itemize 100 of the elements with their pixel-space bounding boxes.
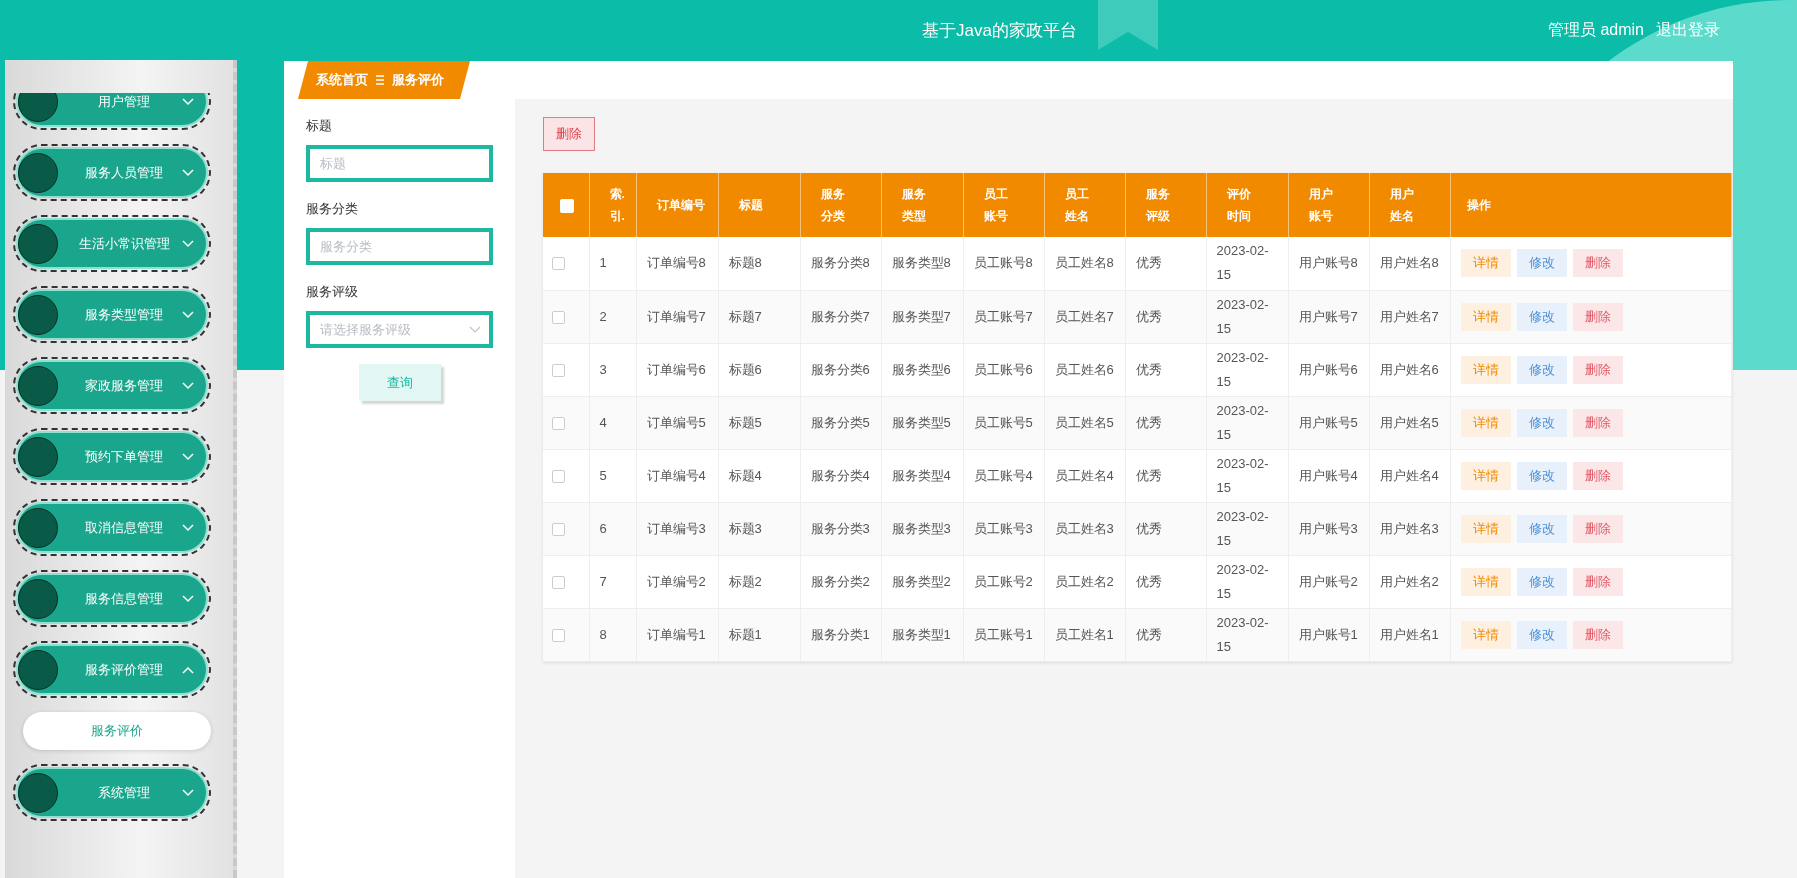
table-cell: 服务类型3 xyxy=(891,520,951,536)
breadcrumb-current: 服务评价 xyxy=(392,71,444,89)
sidebar-menu-item[interactable]: 服务评价管理 xyxy=(13,641,211,698)
row-checkbox[interactable] xyxy=(552,628,565,642)
detail-button[interactable]: 详情 xyxy=(1460,567,1511,596)
table-cell: 6 xyxy=(599,520,607,536)
detail-button[interactable]: 详情 xyxy=(1460,249,1511,278)
detail-button[interactable]: 详情 xyxy=(1460,620,1511,649)
table-cell: 优秀 xyxy=(1135,520,1162,536)
menu-label: 服务信息管理 xyxy=(84,589,164,608)
table-cell: 7 xyxy=(599,573,607,589)
table-cell: 优秀 xyxy=(1135,414,1162,430)
delete-button[interactable]: 删除 xyxy=(1572,355,1623,384)
detail-button[interactable]: 详情 xyxy=(1460,302,1511,331)
edit-button[interactable]: 修改 xyxy=(1516,302,1567,331)
table-cell: 服务分类7 xyxy=(810,308,870,324)
sidebar-menu-item[interactable]: 服务信息管理 xyxy=(13,570,211,627)
table-cell: 标题1 xyxy=(728,626,762,642)
table-cell: 服务类型6 xyxy=(891,361,951,377)
row-checkbox[interactable] xyxy=(552,363,565,377)
table-cell: 员工账号1 xyxy=(973,626,1033,642)
delete-button[interactable]: 删除 xyxy=(1572,249,1623,278)
column-header: 员工账号 xyxy=(983,187,1008,223)
table-cell: 员工姓名6 xyxy=(1054,361,1114,377)
delete-button[interactable]: 删除 xyxy=(1572,408,1623,437)
table-cell: 用户账号5 xyxy=(1298,414,1358,430)
table-cell: 用户姓名2 xyxy=(1379,573,1439,589)
edit-button[interactable]: 修改 xyxy=(1516,461,1567,490)
detail-button[interactable]: 详情 xyxy=(1460,514,1511,543)
table-cell: 优秀 xyxy=(1135,308,1162,324)
table-cell: 服务类型8 xyxy=(891,255,951,271)
select-all-checkbox[interactable] xyxy=(560,198,574,213)
table-cell: 员工姓名7 xyxy=(1054,308,1114,324)
edit-button[interactable]: 修改 xyxy=(1516,355,1567,384)
circle-icon xyxy=(18,578,58,619)
table-cell: 订单编号3 xyxy=(646,520,706,536)
edit-button[interactable]: 修改 xyxy=(1516,514,1567,543)
delete-button[interactable]: 删除 xyxy=(1572,514,1623,543)
table-cell: 用户姓名7 xyxy=(1379,308,1439,324)
table-cell: 标题5 xyxy=(728,414,762,430)
column-header: 用户姓名 xyxy=(1389,187,1414,223)
sidebar-menu-item[interactable]: 生活小常识管理 xyxy=(13,215,211,272)
delete-button[interactable]: 删除 xyxy=(543,117,595,151)
menu-label: 服务类型管理 xyxy=(84,305,164,324)
sidebar-menu-item[interactable]: 服务人员管理 xyxy=(13,144,211,201)
column-header: 标题 xyxy=(738,198,763,212)
edit-button[interactable]: 修改 xyxy=(1516,620,1567,649)
field-label: 服务评级 xyxy=(306,283,359,301)
column-header: 服务评级 xyxy=(1145,187,1170,223)
user-label: 管理员 admin xyxy=(1547,19,1644,40)
row-checkbox[interactable] xyxy=(552,522,565,536)
table-cell: 2023-02-15 xyxy=(1216,243,1269,283)
delete-button[interactable]: 删除 xyxy=(1572,620,1623,649)
menu-label: 服务人员管理 xyxy=(84,163,164,182)
table-cell: 员工姓名3 xyxy=(1054,520,1114,536)
detail-button[interactable]: 详情 xyxy=(1460,408,1511,437)
row-checkbox[interactable] xyxy=(552,575,565,589)
row-checkbox[interactable] xyxy=(552,257,565,271)
edit-button[interactable]: 修改 xyxy=(1516,408,1567,437)
select-field[interactable]: 请选择服务评级 xyxy=(306,311,493,348)
table-cell: 员工账号7 xyxy=(973,308,1033,324)
table-cell: 2023-02-15 xyxy=(1216,561,1269,601)
menu-label: 家政服务管理 xyxy=(84,376,164,395)
submenu-item[interactable]: 服务评价 xyxy=(23,712,211,750)
sidebar-menu-item[interactable]: 服务类型管理 xyxy=(13,286,211,343)
detail-button[interactable]: 详情 xyxy=(1460,461,1511,490)
table-cell: 用户姓名3 xyxy=(1379,520,1439,536)
sidebar-menu-item[interactable]: 用户管理 xyxy=(13,93,211,130)
table-cell: 标题8 xyxy=(728,255,762,271)
sidebar-menu-item[interactable]: 预约下单管理 xyxy=(13,428,211,485)
table-cell: 订单编号1 xyxy=(646,626,706,642)
edit-button[interactable]: 修改 xyxy=(1516,567,1567,596)
table-cell: 优秀 xyxy=(1135,626,1162,642)
column-header: 服务分类 xyxy=(820,187,845,223)
sidebar-menu-item[interactable]: 取消信息管理 xyxy=(13,499,211,556)
ribbon-decoration xyxy=(1098,0,1158,50)
breadcrumb-link[interactable]: 系统首页 xyxy=(316,71,368,89)
menu-label: 生活小常识管理 xyxy=(77,234,171,253)
sidebar-menu-item[interactable]: 家政服务管理 xyxy=(13,357,211,414)
row-checkbox[interactable] xyxy=(552,469,565,483)
table-cell: 员工姓名1 xyxy=(1054,626,1114,642)
logout-link[interactable]: 退出登录 xyxy=(1656,19,1720,41)
input-field[interactable]: 服务分类 xyxy=(306,228,493,265)
input-field[interactable]: 标题 xyxy=(306,145,493,182)
table-cell: 服务类型2 xyxy=(891,573,951,589)
table-cell: 用户账号3 xyxy=(1298,520,1358,536)
sidebar-menu-item[interactable]: 系统管理 xyxy=(13,764,211,821)
table-cell: 2023-02-15 xyxy=(1216,349,1269,389)
detail-button[interactable]: 详情 xyxy=(1460,355,1511,384)
table-cell: 员工姓名5 xyxy=(1054,414,1114,430)
row-checkbox[interactable] xyxy=(552,310,565,324)
table-cell: 2023-02-15 xyxy=(1216,402,1269,442)
table-cell: 用户账号7 xyxy=(1298,308,1358,324)
edit-button[interactable]: 修改 xyxy=(1516,249,1567,278)
delete-button[interactable]: 删除 xyxy=(1572,567,1623,596)
search-button[interactable]: 查询 xyxy=(358,364,441,401)
row-checkbox[interactable] xyxy=(552,416,565,430)
delete-button[interactable]: 删除 xyxy=(1572,302,1623,331)
delete-button[interactable]: 删除 xyxy=(1572,461,1623,490)
menu-label: 取消信息管理 xyxy=(84,518,164,537)
